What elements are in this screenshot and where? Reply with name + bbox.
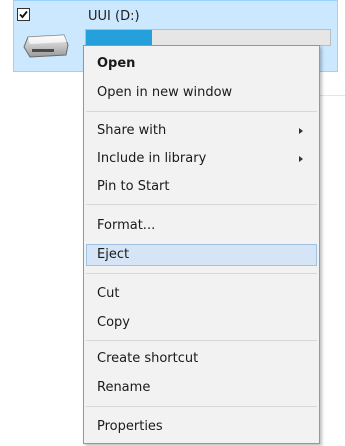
menu-item-open[interactable]: Open (86, 53, 317, 75)
view-divider (320, 95, 345, 96)
menu-item-label: Include in library (97, 151, 207, 166)
menu-item-cut[interactable]: Cut (86, 283, 317, 305)
menu-item-include-in-library[interactable]: Include in library (86, 148, 317, 170)
drive-usage-bar (85, 29, 331, 46)
context-menu: Open Open in new window Share with Inclu… (83, 45, 320, 444)
menu-separator (86, 406, 317, 407)
menu-item-copy[interactable]: Copy (86, 312, 317, 334)
menu-item-pin-to-start[interactable]: Pin to Start (86, 176, 317, 198)
menu-separator (86, 340, 317, 341)
menu-item-rename[interactable]: Rename (86, 377, 317, 399)
menu-item-open-new-window[interactable]: Open in new window (86, 82, 317, 104)
drive-select-checkbox[interactable] (17, 8, 30, 21)
removable-drive-icon (20, 33, 72, 63)
menu-item-eject[interactable]: Eject (86, 244, 317, 266)
menu-separator (86, 111, 317, 112)
menu-item-format[interactable]: Format... (86, 215, 317, 237)
menu-item-create-shortcut[interactable]: Create shortcut (86, 348, 317, 370)
menu-item-share-with[interactable]: Share with (86, 120, 317, 142)
menu-item-properties[interactable]: Properties (86, 416, 317, 438)
checkmark-icon (19, 10, 28, 19)
menu-separator (86, 204, 317, 205)
submenu-arrow-icon (299, 156, 303, 162)
drive-usage-fill (86, 30, 152, 45)
menu-item-label: Share with (97, 123, 167, 138)
menu-separator (86, 273, 317, 274)
explorer-window: UUI (D:) Open Open in new window Share w… (0, 0, 345, 446)
drive-name-label: UUI (D:) (88, 9, 140, 24)
submenu-arrow-icon (299, 128, 303, 134)
